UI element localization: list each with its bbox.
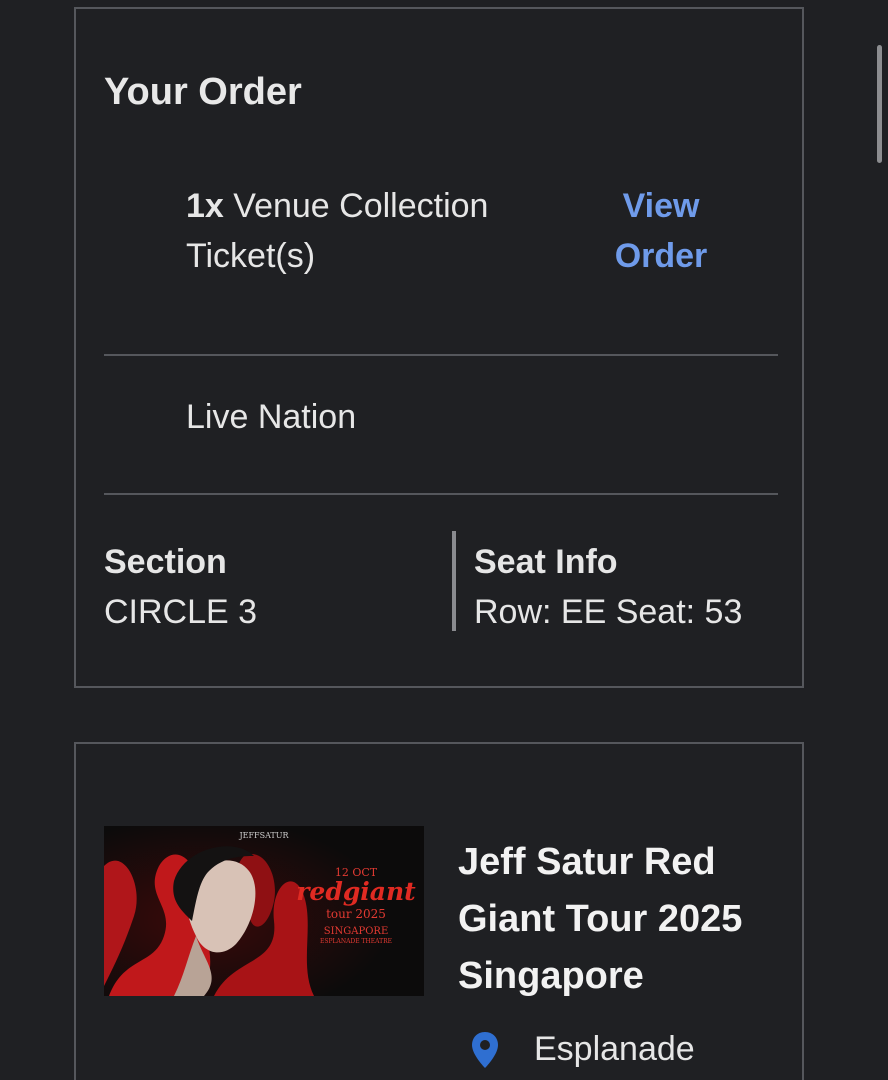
seat-label: Seat Info	[474, 543, 618, 581]
divider	[104, 493, 778, 495]
seat-value: Row: EE Seat: 53	[474, 593, 743, 631]
organizer-name: Live Nation	[186, 398, 357, 436]
ticket-line: 1x Venue Collection Ticket(s)	[186, 181, 546, 281]
event-poster[interactable]: JEFFSATUR 12 OCT redgiant tour 2025 SING…	[104, 826, 424, 996]
order-title: Your Order	[104, 71, 302, 113]
event-card: JEFFSATUR 12 OCT redgiant tour 2025 SING…	[74, 742, 804, 1080]
seat-info: Seat Info Row: EE Seat: 53	[474, 537, 742, 637]
venue-row: Esplanade	[470, 1030, 695, 1069]
venue-name: Esplanade	[534, 1030, 695, 1068]
info-separator	[452, 531, 456, 631]
poster-image: JEFFSATUR 12 OCT redgiant tour 2025 SING…	[104, 826, 424, 996]
page: Your Order 1x Venue Collection Ticket(s)…	[0, 0, 888, 1080]
poster-brand: JEFFSATUR	[238, 831, 289, 840]
view-order-link[interactable]: View Order	[586, 181, 736, 281]
section-value: CIRCLE 3	[104, 593, 258, 631]
poster-headline: redgiant	[296, 877, 416, 906]
ticket-type: Venue Collection Ticket(s)	[186, 187, 489, 275]
event-title[interactable]: Jeff Satur Red Giant Tour 2025 Singapore	[458, 834, 788, 1005]
poster-venue: ESPLANADE THEATRE	[320, 938, 392, 945]
order-card: Your Order 1x Venue Collection Ticket(s)…	[74, 7, 804, 688]
map-pin-icon	[472, 1031, 498, 1068]
divider	[104, 354, 778, 356]
section-label: Section	[104, 543, 227, 581]
poster-city: SINGAPORE	[324, 926, 389, 937]
scrollbar[interactable]	[877, 45, 882, 163]
poster-tour: tour 2025	[326, 907, 386, 921]
ticket-quantity: 1x	[186, 187, 224, 225]
section-info: Section CIRCLE 3	[104, 537, 257, 637]
